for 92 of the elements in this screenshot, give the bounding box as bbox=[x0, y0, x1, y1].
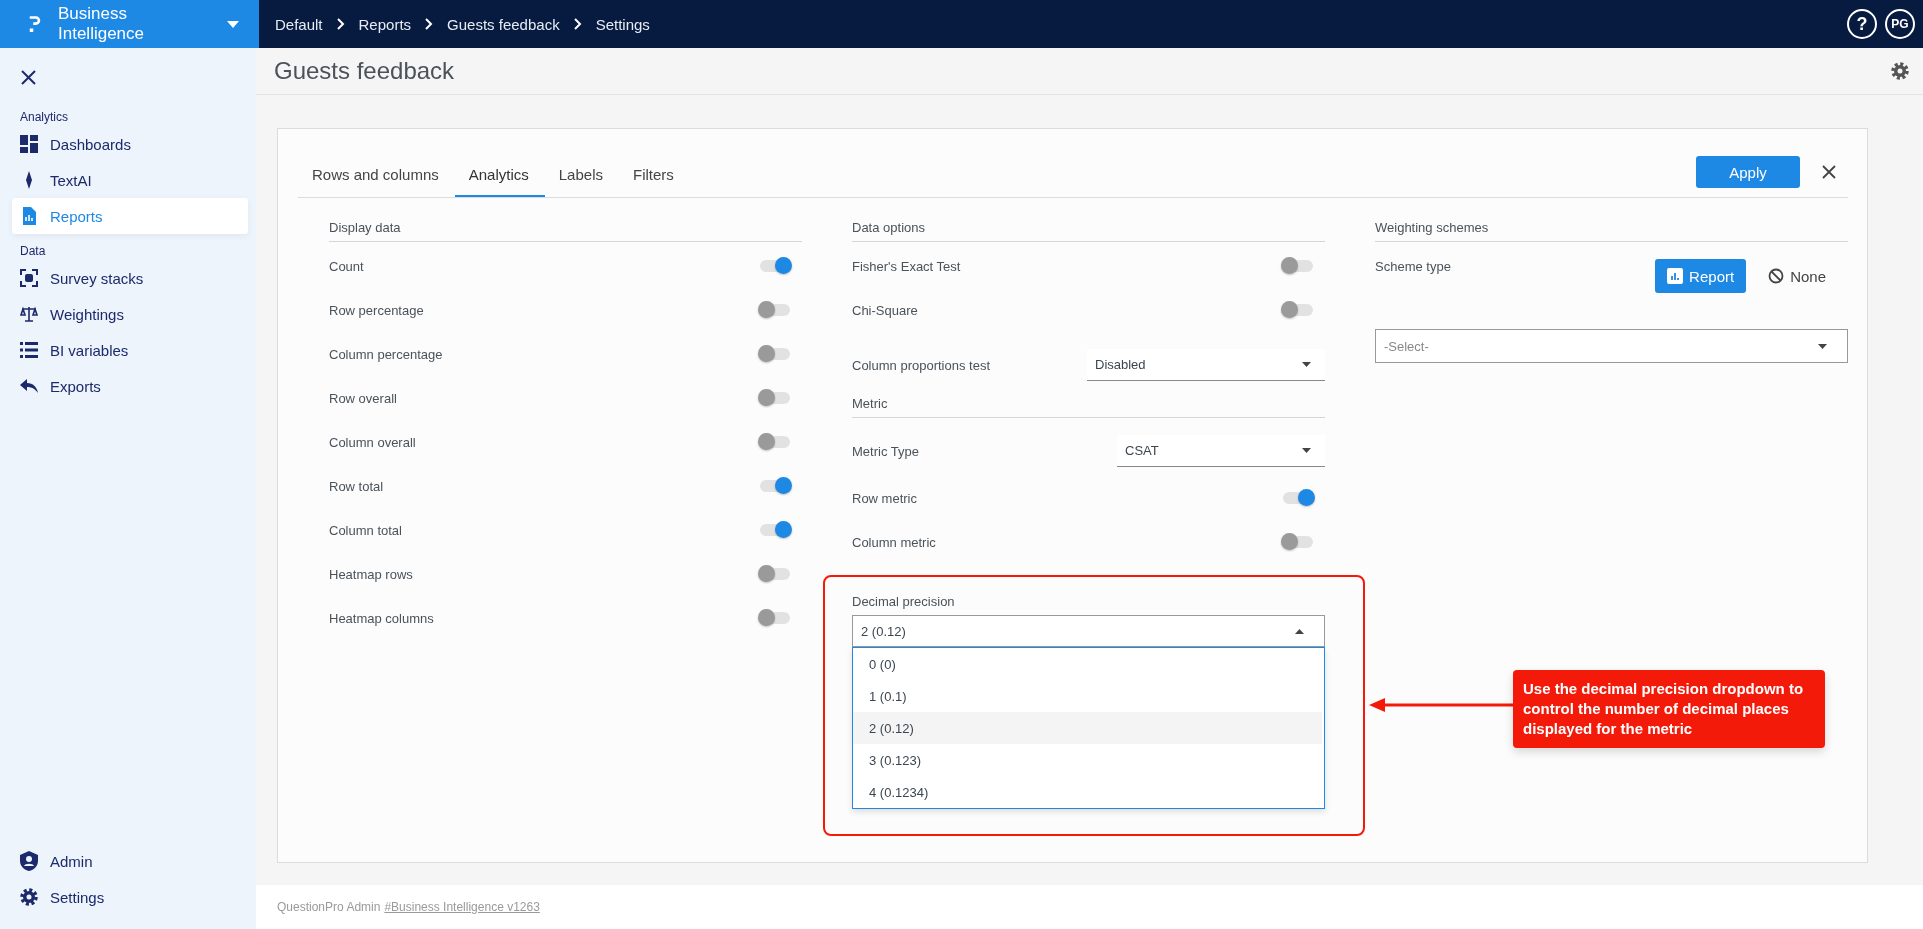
reply-icon bbox=[20, 378, 38, 394]
option-label: Row overall bbox=[329, 390, 397, 406]
sidebar-heading: Data bbox=[19, 244, 47, 258]
settings-icon bbox=[20, 888, 38, 906]
section-heading: Data options bbox=[852, 214, 1325, 242]
option-label: Column percentage bbox=[329, 346, 443, 362]
option-label: Heatmap columns bbox=[329, 610, 434, 626]
dropdown-option[interactable]: 2 (0.12) bbox=[853, 712, 1322, 744]
breadcrumb-link[interactable]: Reports bbox=[358, 15, 412, 33]
option-label: Fisher's Exact Test bbox=[852, 258, 961, 274]
option-label: Row percentage bbox=[329, 302, 424, 318]
option-label: Row metric bbox=[852, 490, 917, 506]
option-label: Chi-Square bbox=[852, 302, 918, 318]
tab[interactable]: Rows and columns bbox=[298, 156, 455, 197]
list-icon bbox=[20, 341, 38, 359]
toggle-switch[interactable] bbox=[1283, 304, 1313, 316]
toggle-switch[interactable] bbox=[760, 524, 790, 536]
tab[interactable]: Analytics bbox=[454, 156, 545, 197]
toggle-switch[interactable] bbox=[760, 480, 790, 492]
dashboard-icon bbox=[20, 135, 38, 153]
toggle-switch[interactable] bbox=[760, 612, 790, 624]
option-label: Column overall bbox=[329, 434, 416, 450]
dropdown-option[interactable]: 1 (0.1) bbox=[853, 680, 1322, 712]
caret-icon bbox=[1818, 343, 1827, 349]
chevron-icon bbox=[573, 18, 582, 30]
sidebar-item[interactable]: TextAI bbox=[12, 162, 248, 198]
dropdown-option[interactable]: 3 (0.123) bbox=[853, 744, 1322, 776]
option-label: Row total bbox=[329, 478, 384, 494]
toggle-switch[interactable] bbox=[1283, 492, 1313, 504]
option-label: Metric Type bbox=[852, 443, 919, 459]
sidebar-item[interactable]: Survey stacks bbox=[12, 260, 248, 296]
option-label: Scheme type bbox=[1375, 259, 1451, 274]
breadcrumb-link[interactable]: Settings bbox=[595, 15, 650, 33]
section-heading: Weighting schemes bbox=[1375, 214, 1848, 242]
report-icon bbox=[20, 207, 38, 225]
toggle-switch[interactable] bbox=[760, 436, 790, 448]
dropdown-option[interactable]: 0 (0) bbox=[853, 648, 1322, 680]
sidebar-item[interactable]: Weightings bbox=[12, 296, 248, 332]
none-button[interactable]: None bbox=[1756, 259, 1838, 293]
section-heading: Metric bbox=[852, 390, 1325, 418]
section-heading: Display data bbox=[329, 214, 802, 242]
focus-icon bbox=[20, 269, 38, 287]
chevron-icon bbox=[425, 18, 434, 30]
close-icon[interactable] bbox=[1822, 165, 1836, 179]
sidebar-heading: Analytics bbox=[19, 110, 70, 124]
logo-icon bbox=[28, 15, 42, 33]
annotation-callout: Use the decimal precision dropdown to control the number of decimal places displayed for the metric bbox=[1513, 670, 1825, 748]
help-button[interactable]: ? bbox=[1847, 9, 1877, 39]
page-title: Guests feedback bbox=[274, 57, 455, 85]
report-button[interactable]: Report bbox=[1655, 259, 1747, 293]
sidebar-item[interactable]: Reports bbox=[12, 198, 248, 234]
sidebar-item[interactable]: Dashboards bbox=[12, 126, 248, 162]
tab[interactable]: Filters bbox=[618, 156, 690, 197]
toggle-switch[interactable] bbox=[760, 304, 790, 316]
dropdown[interactable]: -Select- bbox=[1375, 329, 1848, 363]
option-label: Column metric bbox=[852, 534, 936, 550]
scale-icon bbox=[20, 305, 38, 323]
sidebar-item[interactable]: BI variables bbox=[12, 332, 248, 368]
toggle-switch[interactable] bbox=[1283, 260, 1313, 272]
block-icon bbox=[1768, 268, 1785, 284]
breadcrumb-link[interactable]: Default bbox=[275, 15, 323, 33]
toggle-switch[interactable] bbox=[760, 348, 790, 360]
user-avatar[interactable]: PG bbox=[1885, 9, 1915, 39]
caret-icon bbox=[1302, 448, 1311, 453]
sidebar-item[interactable]: Admin bbox=[12, 843, 248, 879]
option-label: Count bbox=[329, 258, 364, 274]
caret-icon bbox=[1302, 362, 1311, 367]
sidebar-item[interactable]: Settings bbox=[12, 879, 248, 915]
app-name: Business Intelligence bbox=[58, 4, 145, 44]
breadcrumb-link[interactable]: Guests feedback bbox=[447, 15, 560, 33]
toggle-switch[interactable] bbox=[760, 260, 790, 272]
caret-icon bbox=[1295, 628, 1304, 634]
toggle-switch[interactable] bbox=[1283, 536, 1313, 548]
tab[interactable]: Labels bbox=[544, 156, 619, 197]
toggle-switch[interactable] bbox=[760, 392, 790, 404]
shield-icon bbox=[20, 851, 38, 871]
close-icon[interactable] bbox=[21, 70, 36, 85]
dropdown[interactable]: 2 (0.12) bbox=[852, 615, 1325, 647]
footer-text: QuestionPro Admin #Business Intelligence v1263 bbox=[256, 885, 1923, 929]
option-label: Heatmap rows bbox=[329, 566, 413, 582]
app-switcher[interactable]: Business Intelligence bbox=[0, 0, 259, 48]
chevron-icon bbox=[336, 18, 345, 30]
apply-button[interactable]: Apply bbox=[1696, 156, 1800, 188]
toggle-switch[interactable] bbox=[760, 568, 790, 580]
option-label: Column proportions test bbox=[852, 357, 990, 373]
dropdown-option[interactable]: 4 (0.1234) bbox=[853, 776, 1322, 808]
caret-icon bbox=[227, 20, 239, 28]
option-label: Column total bbox=[329, 522, 402, 538]
sidebar-item[interactable]: Exports bbox=[12, 368, 248, 404]
settings-icon[interactable] bbox=[1891, 62, 1909, 80]
chart-icon bbox=[1667, 268, 1684, 284]
field-label: Decimal precision bbox=[852, 594, 956, 609]
